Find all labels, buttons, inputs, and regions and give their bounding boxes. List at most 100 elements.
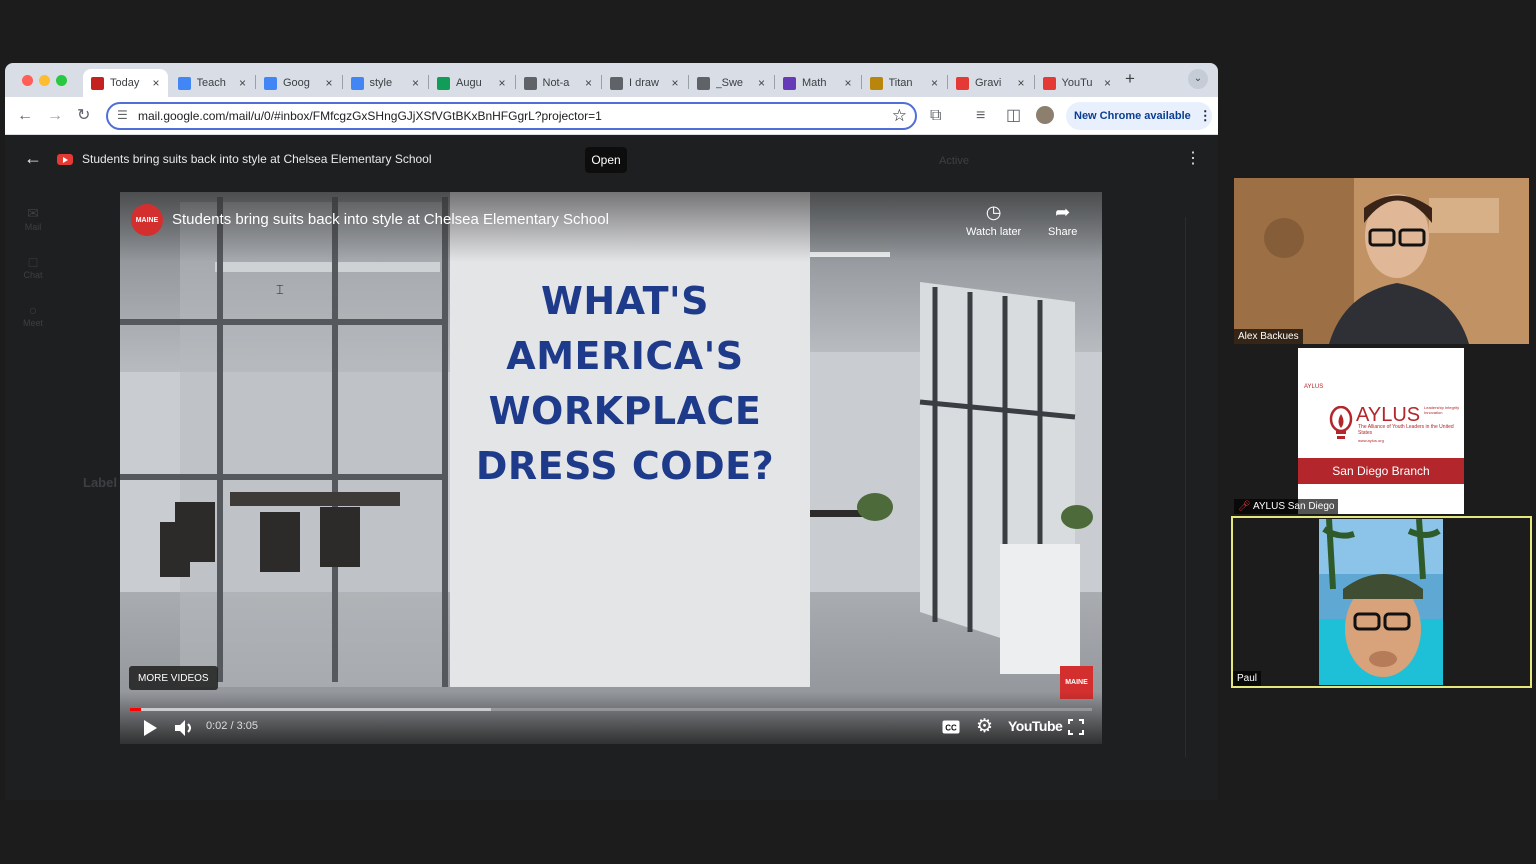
played-bar	[130, 708, 141, 711]
profile-avatar[interactable]	[1036, 106, 1054, 124]
rail-chat-label: Chat	[23, 270, 43, 280]
close-tab-icon[interactable]: ×	[844, 76, 851, 90]
tab-separator	[255, 75, 256, 89]
tab-title: Teach	[196, 77, 226, 89]
tab-search-icon[interactable]: ⌄	[1188, 69, 1208, 89]
headline-line: DRESS CODE?	[475, 444, 775, 488]
browser-tab[interactable]: Gravi ×	[948, 69, 1033, 97]
aylus-small-brand: AYLUS	[1304, 384, 1324, 390]
browser-tab[interactable]: Augu ×	[429, 69, 514, 97]
close-tab-icon[interactable]: ×	[498, 76, 505, 90]
close-tab-icon[interactable]: ×	[1017, 76, 1024, 90]
browser-tab[interactable]: YouTu ×	[1035, 69, 1120, 97]
youtube-file-icon	[57, 154, 73, 165]
aylus-branch-banner: San Diego Branch	[1298, 458, 1464, 484]
address-bar[interactable]: ☰ mail.google.com/mail/u/0/#inbox/FMfcgz…	[106, 102, 917, 130]
close-tab-icon[interactable]: ×	[758, 76, 765, 90]
more-videos-button[interactable]: MORE VIDEOS	[129, 666, 218, 690]
close-tab-icon[interactable]: ×	[671, 76, 678, 90]
minimize-window-button[interactable]	[39, 75, 50, 86]
headline-line: WORKPLACE	[488, 389, 762, 433]
scrollbar-track	[1185, 217, 1186, 757]
fullscreen-icon[interactable]	[1068, 719, 1084, 735]
video-headline: WHAT'S AMERICA'S WORKPLACE DRESS CODE?	[450, 274, 800, 494]
channel-logo[interactable]: MAINE	[131, 204, 163, 236]
close-tab-icon[interactable]: ×	[239, 76, 246, 90]
close-tab-icon[interactable]: ×	[325, 76, 332, 90]
tab-separator	[428, 75, 429, 89]
forward-arrow-icon[interactable]: →	[47, 106, 63, 126]
settings-gear-icon[interactable]: ⚙	[976, 715, 993, 738]
google-icon	[350, 76, 364, 90]
open-button[interactable]: Open	[585, 147, 627, 173]
headline-line: AMERICA'S	[506, 334, 744, 378]
participant-tile-paul[interactable]: Paul	[1231, 516, 1532, 688]
close-tab-icon[interactable]: ×	[931, 76, 938, 90]
new-tab-button[interactable]: +	[1125, 69, 1135, 89]
browser-tab[interactable]: Teach ×	[170, 69, 255, 97]
tab-title: Today	[110, 77, 140, 89]
browser-tab[interactable]: _Swe ×	[689, 69, 774, 97]
close-tab-icon[interactable]: ×	[152, 76, 159, 90]
more-menu-icon[interactable]: ⋮	[1199, 108, 1212, 124]
tab-title: style	[369, 77, 393, 89]
tab-separator	[341, 75, 343, 89]
browser-tab[interactable]: Math ×	[775, 69, 860, 97]
participant-tile-aylus[interactable]: AYLUS AYLUS Leadership Integrity Innovat…	[1234, 348, 1529, 514]
site-info-icon[interactable]: ☰	[117, 108, 128, 122]
maximize-window-button[interactable]	[56, 75, 67, 86]
forms-icon	[783, 76, 796, 90]
reload-icon[interactable]: ↻	[77, 106, 90, 126]
share-button[interactable]: ➦ Share	[1048, 202, 1077, 238]
close-tab-icon[interactable]: ×	[1104, 76, 1111, 90]
close-tab-icon[interactable]: ×	[585, 76, 592, 90]
youtube-video-player[interactable]: MAINE Students bring suits back into sty…	[120, 192, 1102, 744]
globe-icon	[696, 76, 710, 90]
youtube-logo[interactable]: YouTube	[1008, 718, 1063, 734]
tab-separator	[514, 75, 516, 89]
viewer-back-arrow-icon[interactable]: ←	[24, 148, 42, 169]
browser-tab[interactable]: Today ×	[83, 69, 168, 97]
text-cursor-icon: ⌶	[276, 282, 284, 297]
viewer-more-icon[interactable]: ⋮	[1185, 148, 1201, 168]
youtube-icon	[1042, 76, 1056, 90]
aylus-subtitle: The Alliance of Youth Leaders in the Uni…	[1358, 424, 1454, 436]
translate-icon	[264, 76, 277, 90]
rail-mail-label: Mail	[24, 222, 42, 232]
participant-tile-alex[interactable]: Alex Backues	[1234, 178, 1529, 344]
tab-separator	[1033, 75, 1035, 89]
tab-title: _Swe	[715, 77, 744, 89]
extensions-icon[interactable]: ⧉	[930, 106, 941, 126]
bookmark-star-icon[interactable]: ☆	[892, 106, 907, 126]
labels-heading: Label	[83, 475, 117, 490]
browser-tab[interactable]: Not-a ×	[516, 69, 601, 97]
tab-title: Not-a	[542, 77, 570, 89]
reading-list-icon[interactable]: ≡	[976, 106, 985, 126]
aylus-site: www.aylus.org	[1358, 438, 1384, 443]
torch-icon	[869, 76, 883, 90]
close-window-button[interactable]	[22, 75, 33, 86]
participant-name-alex: Alex Backues	[1234, 329, 1303, 344]
volume-icon[interactable]	[174, 719, 196, 737]
close-tab-icon[interactable]: ×	[412, 76, 419, 90]
aylus-slide: AYLUS AYLUS Leadership Integrity Innovat…	[1298, 348, 1464, 514]
watch-later-button[interactable]: ◷ Watch later	[966, 202, 1021, 238]
video-title[interactable]: Students bring suits back into style at …	[172, 211, 609, 228]
captions-icon[interactable]: CC	[942, 720, 960, 734]
back-arrow-icon[interactable]: ←	[17, 106, 33, 126]
progress-bar[interactable]	[130, 708, 1092, 711]
svg-text:CC: CC	[945, 724, 957, 733]
play-icon[interactable]	[142, 719, 158, 737]
browser-tab[interactable]: Titan ×	[862, 69, 947, 97]
tab-separator	[601, 75, 602, 89]
tab-title: Math	[802, 77, 827, 89]
url-text: mail.google.com/mail/u/0/#inbox/FMfcgzGx…	[138, 109, 602, 123]
tab-separator	[860, 75, 862, 89]
browser-tab[interactable]: style ×	[343, 69, 428, 97]
side-panel-icon[interactable]: ◫	[1006, 106, 1021, 126]
browser-tab[interactable]: Goog ×	[256, 69, 341, 97]
participant-video-paul	[1319, 519, 1443, 685]
share-label: Share	[1048, 226, 1078, 238]
browser-tab[interactable]: I draw ×	[602, 69, 687, 97]
new-chrome-available-button[interactable]: New Chrome available ⋮	[1066, 102, 1212, 130]
